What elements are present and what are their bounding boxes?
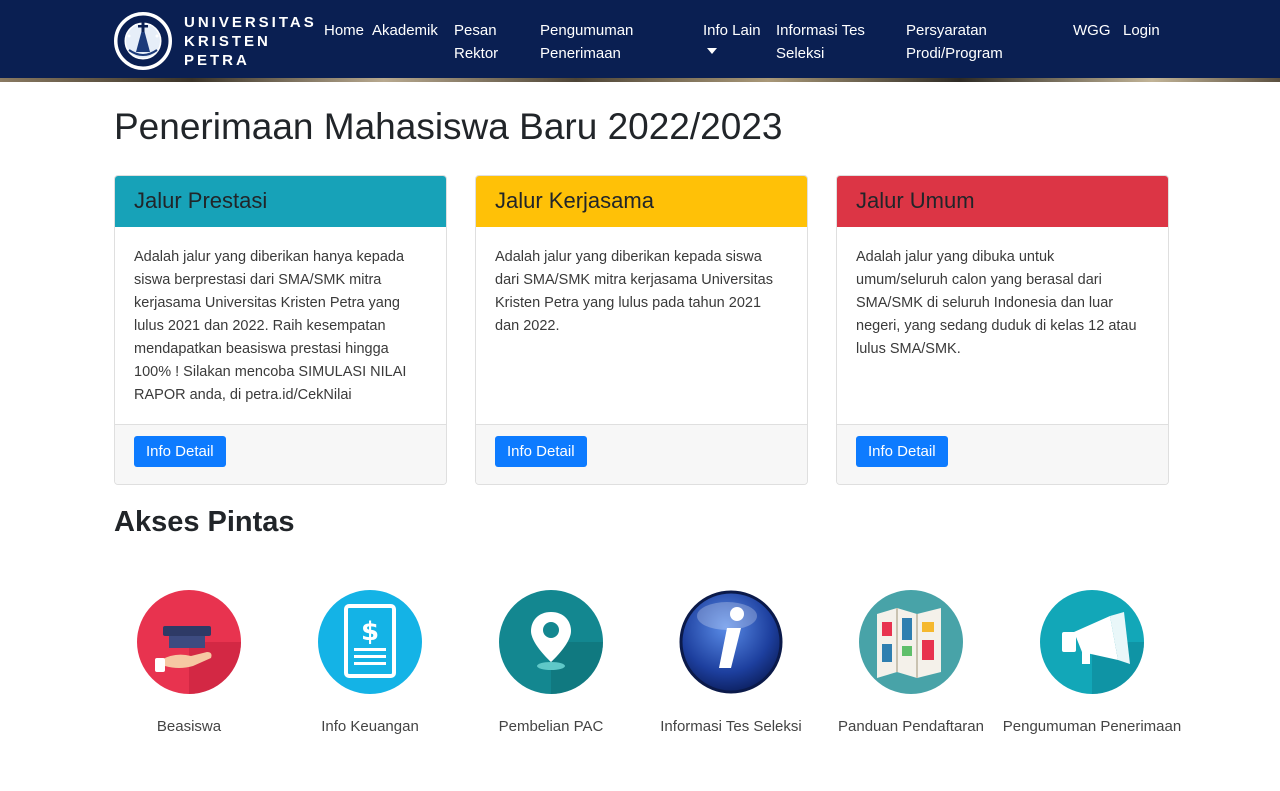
shortcut-informasi-tes-seleksi[interactable]: Informasi Tes Seleksi xyxy=(641,588,821,738)
brand-line-1: UNIVERSITAS xyxy=(184,13,317,31)
shortcut-pembelian-pac[interactable]: Pembelian PAC xyxy=(461,588,641,738)
card-header: Jalur Kerjasama xyxy=(476,176,807,227)
shortcut-label: Pengumuman Penerimaan xyxy=(1002,718,1182,735)
shortcut-label: Info Keuangan xyxy=(321,718,419,735)
nav-infotes-line-2: Seleksi xyxy=(776,45,825,62)
location-pin-icon xyxy=(499,590,603,694)
shortcut-label: Beasiswa xyxy=(156,718,222,735)
nav-home[interactable]: Home xyxy=(324,19,364,42)
finance-document-icon: $ xyxy=(318,590,422,694)
shortcut-info-keuangan[interactable]: $ Info Keuangan xyxy=(280,588,460,738)
info-detail-button[interactable]: Info Detail xyxy=(495,436,587,467)
info-icon xyxy=(679,590,783,694)
card-footer: Info Detail xyxy=(837,424,1168,484)
card-body: Adalah jalur yang diberikan hanya kepada… xyxy=(134,249,407,403)
megaphone-icon xyxy=(1040,590,1144,694)
card-header: Jalur Umum xyxy=(837,176,1168,227)
nav-pengumuman-line-1: Pengumuman xyxy=(540,22,634,39)
nav-informasi-tes-seleksi[interactable]: Informasi Tes Seleksi xyxy=(776,19,865,65)
shortcut-beasiswa[interactable]: Beasiswa xyxy=(99,588,279,738)
brand-line-3: PETRA xyxy=(184,51,250,69)
card-jalur-prestasi: Jalur Prestasi Adalah jalur yang diberik… xyxy=(114,175,447,485)
nav-pesan-rektor[interactable]: Pesan Rektor xyxy=(454,19,498,65)
card-jalur-kerjasama: Jalur Kerjasama Adalah jalur yang diberi… xyxy=(475,175,808,485)
svg-text:$: $ xyxy=(361,617,379,647)
shortcut-label: Pembelian PAC xyxy=(498,718,604,735)
chevron-down-icon xyxy=(707,48,717,54)
brand[interactable]: UNIVERSITAS KRISTEN PETRA xyxy=(114,12,317,70)
info-detail-button[interactable]: Info Detail xyxy=(134,436,226,467)
card-header: Jalur Prestasi xyxy=(115,176,446,227)
nav-info-lain-label: Info Lain xyxy=(703,22,761,39)
nav-persyaratan-line-1: Persyaratan xyxy=(906,22,987,39)
nav-infotes-line-1: Informasi Tes xyxy=(776,22,865,39)
nav-persyaratan-line-2: Prodi/Program xyxy=(906,45,1003,62)
top-navbar: UNIVERSITAS KRISTEN PETRA Home Akademik … xyxy=(0,0,1280,82)
nav-pesan-rektor-line-2: Rektor xyxy=(454,45,499,62)
map-guide-icon xyxy=(859,590,963,694)
info-detail-button[interactable]: Info Detail xyxy=(856,436,948,467)
card-footer: Info Detail xyxy=(476,424,807,484)
shortcut-panduan-pendaftaran[interactable]: Panduan Pendaftaran xyxy=(821,588,1001,738)
nav-info-lain-dropdown[interactable]: Info Lain xyxy=(703,19,761,54)
section-title-akses-pintas: Akses Pintas xyxy=(114,506,295,538)
nav-wgg[interactable]: WGG xyxy=(1073,19,1111,42)
nav-pengumuman-penerimaan[interactable]: Pengumuman Penerimaan xyxy=(540,19,633,65)
university-logo-icon xyxy=(114,12,172,70)
card-footer: Info Detail xyxy=(115,424,446,484)
card-jalur-umum: Jalur Umum Adalah jalur yang dibuka untu… xyxy=(836,175,1169,485)
card-body: Adalah jalur yang dibuka untuk umum/selu… xyxy=(856,249,1137,357)
brand-name: UNIVERSITAS KRISTEN PETRA xyxy=(184,13,317,70)
shortcut-label: Panduan Pendaftaran xyxy=(838,718,984,735)
scholarship-icon xyxy=(137,590,241,694)
nav-pengumuman-line-2: Penerimaan xyxy=(540,45,621,62)
nav-login[interactable]: Login xyxy=(1123,19,1160,42)
card-body: Adalah jalur yang diberikan kepada siswa… xyxy=(495,249,773,334)
nav-akademik[interactable]: Akademik xyxy=(372,19,438,42)
nav-pesan-rektor-line-1: Pesan xyxy=(454,22,497,39)
navbar-background-strip xyxy=(0,78,1280,82)
shortcut-pengumuman-penerimaan[interactable]: Pengumuman Penerimaan xyxy=(1002,588,1182,738)
nav-persyaratan-prodi[interactable]: Persyaratan Prodi/Program xyxy=(906,19,1003,65)
shortcut-label: Informasi Tes Seleksi xyxy=(660,718,802,735)
page-title: Penerimaan Mahasiswa Baru 2022/2023 xyxy=(114,106,783,147)
brand-line-2: KRISTEN xyxy=(184,32,271,50)
